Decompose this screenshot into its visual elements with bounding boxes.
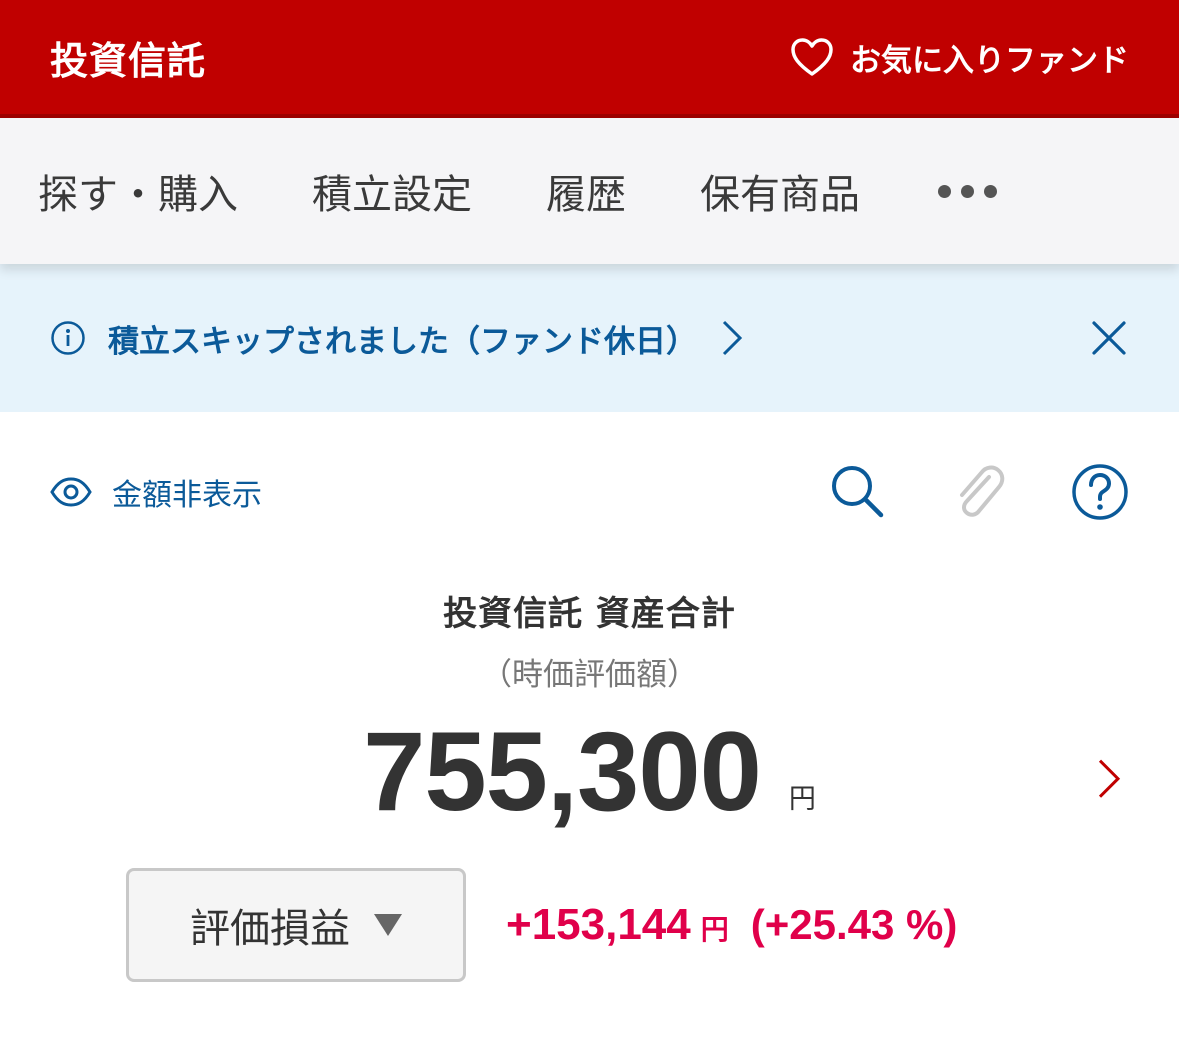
total-amount-row[interactable]: 755,300 円 [0, 716, 1179, 828]
tab-history[interactable]: 履歴 [546, 162, 626, 220]
heart-icon [791, 38, 833, 76]
help-icon[interactable] [1071, 463, 1129, 521]
caret-down-icon [374, 914, 402, 936]
profit-loss-select-label: 評価損益 [190, 906, 350, 952]
profit-loss-amount: +153,144 [506, 900, 691, 949]
notice-text[interactable]: 積立スキップされました（ファンド休日） [108, 316, 697, 361]
info-icon [51, 321, 85, 355]
tool-icons [765, 463, 1129, 521]
profit-loss-row: 評価損益 +153,144 円 (+25.43 %) [0, 868, 1179, 982]
profit-loss-value: +153,144 円 (+25.43 %) [506, 900, 957, 950]
profit-loss-select[interactable]: 評価損益 [126, 868, 466, 982]
eye-icon [50, 477, 92, 507]
profit-loss-unit: 円 [700, 913, 729, 946]
summary-subtitle: （時価評価額） [481, 657, 698, 693]
tab-holdings[interactable]: 保有商品 [700, 162, 860, 220]
chevron-right-icon[interactable] [1097, 758, 1121, 800]
profit-loss-percent: (+25.43 %) [750, 901, 958, 948]
asset-summary: 投資信託 資産合計 （時価評価額） 755,300 円 [0, 586, 1179, 828]
close-icon[interactable] [1091, 320, 1127, 356]
total-amount-unit: 円 [788, 784, 816, 815]
paperclip-icon[interactable] [951, 463, 1007, 521]
favorite-funds-button[interactable]: お気に入りファンド [790, 35, 1129, 80]
summary-title: 投資信託 資産合計 [443, 594, 736, 634]
tab-search-purchase[interactable]: 探す・購入 [38, 162, 238, 220]
tab-recurring-settings[interactable]: 積立設定 [312, 162, 472, 220]
hide-amount-toggle[interactable]: 金額非表示 [50, 470, 262, 514]
page-title: 投資信託 [50, 38, 207, 83]
more-icon[interactable] [938, 184, 997, 198]
favorite-funds-label: お気に入りファンド [850, 42, 1129, 79]
toolbar: 金額非表示 [0, 412, 1179, 572]
chevron-right-icon[interactable] [721, 319, 743, 357]
nav-tabs: 探す・購入 積立設定 履歴 保有商品 [0, 118, 1179, 264]
total-amount: 755,300 [363, 709, 762, 834]
hide-amount-label: 金額非表示 [112, 478, 262, 513]
search-icon[interactable] [829, 463, 887, 521]
app-header: 投資信託 お気に入りファンド [0, 0, 1179, 118]
notice-banner: 積立スキップされました（ファンド休日） [0, 264, 1179, 412]
